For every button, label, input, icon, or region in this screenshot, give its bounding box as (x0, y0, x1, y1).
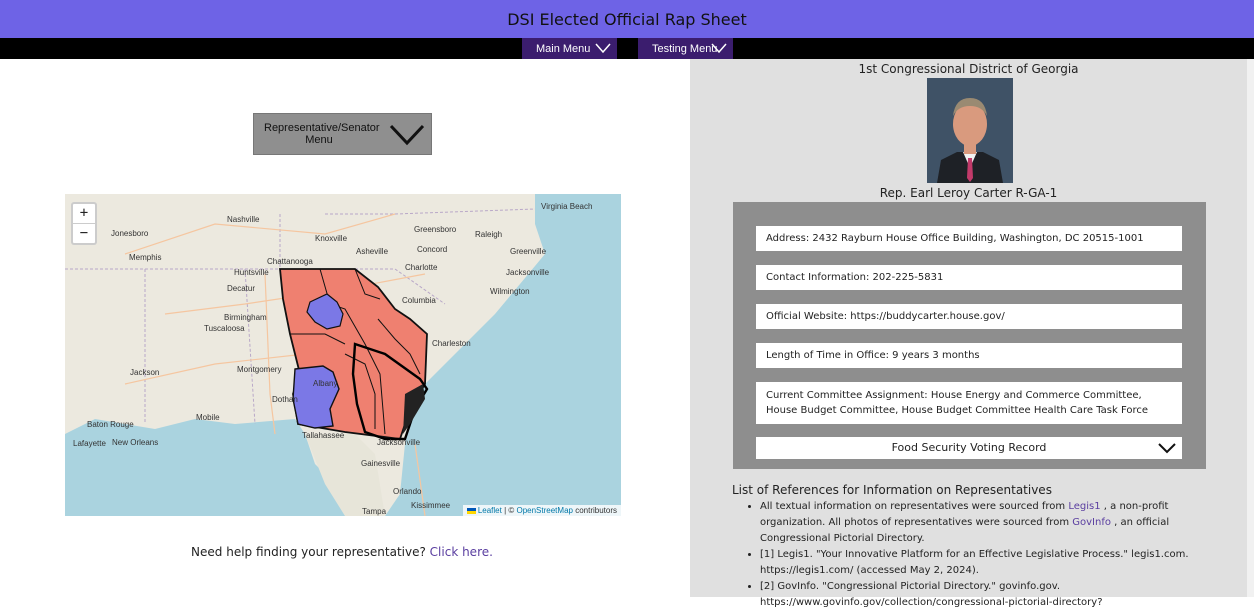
map-label: Montgomery (237, 365, 281, 374)
rep-senator-menu-button[interactable]: Representative/Senator Menu (253, 113, 432, 155)
testing-menu-button[interactable]: Testing Menu (638, 38, 733, 59)
map-label: Jacksonville (506, 268, 550, 277)
chevron-down-icon (389, 124, 425, 146)
flag-icon (466, 507, 476, 514)
map-label: Memphis (129, 253, 161, 262)
map-attribution: Leaflet | © OpenStreetMap contributors (462, 505, 621, 516)
map-label: Virginia Beach (541, 202, 592, 211)
map-label: Orlando (393, 487, 422, 496)
chevron-down-icon (711, 43, 727, 54)
map-label: Decatur (227, 284, 255, 293)
voting-record-label: Food Security Voting Record (891, 441, 1047, 454)
address-field: Address: 2432 Rayburn House Office Build… (756, 226, 1182, 251)
reference-text: All textual information on representativ… (760, 501, 1069, 512)
map-label: Baton Rouge (87, 420, 134, 429)
map-canvas[interactable]: Nashville Knoxville Greensboro Raleigh V… (65, 194, 621, 516)
length-in-office-field: Length of Time in Office: 9 years 3 mont… (756, 343, 1182, 368)
map-label: Kissimmee (411, 501, 451, 510)
references-list: All textual information on representativ… (732, 499, 1202, 611)
zoom-out-button[interactable]: − (73, 223, 95, 243)
attribution-contributors: contributors (572, 506, 617, 515)
contact-field: Contact Information: 202-225-5831 (756, 265, 1182, 290)
reference-item: [1] Legis1. "Your Innovative Platform fo… (760, 547, 1202, 579)
map-label: Gainesville (361, 459, 401, 468)
map-label: Mobile (196, 413, 220, 422)
map-label: Tallahassee (302, 431, 345, 440)
attribution-separator: | © (501, 506, 517, 515)
map-label: Jackson (130, 368, 159, 377)
chevron-down-icon (595, 43, 611, 54)
committee-field: Current Committee Assignment: House Ener… (756, 382, 1182, 424)
map-label: Jonesboro (111, 229, 149, 238)
main-menu-label: Main Menu (536, 42, 591, 55)
representative-name: Rep. Earl Leroy Carter R-GA-1 (879, 186, 1058, 200)
map-label: Dothan (272, 395, 298, 404)
map-label: New Orleans (112, 438, 158, 447)
voting-record-dropdown[interactable]: Food Security Voting Record (756, 437, 1182, 459)
map-label: Columbia (402, 296, 436, 305)
map-label: Chattanooga (267, 257, 313, 266)
map-label: Huntsville (234, 268, 269, 277)
district-title: 1st Congressional District of Georgia (858, 62, 1079, 76)
map-label: Knoxville (315, 234, 348, 243)
left-panel: Representative/Senator Menu Nashville Kn… (0, 59, 690, 597)
chevron-down-icon (1158, 443, 1176, 454)
map-label: Asheville (356, 247, 389, 256)
testing-menu-label: Testing Menu (652, 42, 718, 55)
zoom-in-button[interactable]: + (73, 204, 95, 223)
openstreetmap-link[interactable]: OpenStreetMap (516, 506, 572, 515)
representative-photo (927, 78, 1013, 183)
map-label: Greensboro (414, 225, 457, 234)
map-label: Tampa (362, 507, 387, 516)
help-text: Need help finding your representative? C… (0, 545, 684, 559)
map-label: Lafayette (73, 439, 106, 448)
map-label: Raleigh (475, 230, 502, 239)
app-header: DSI Elected Official Rap Sheet (0, 0, 1254, 38)
reference-item: [2] GovInfo. "Congressional Pictorial Di… (760, 579, 1202, 611)
help-prompt: Need help finding your representative? (191, 545, 426, 559)
map-label: Greenville (510, 247, 547, 256)
app-title: DSI Elected Official Rap Sheet (507, 9, 747, 29)
map-label: Concord (417, 245, 447, 254)
district-map[interactable]: Nashville Knoxville Greensboro Raleigh V… (65, 194, 621, 516)
map-label: Albany (313, 379, 337, 388)
map-label: Charleston (432, 339, 471, 348)
map-label: Nashville (227, 215, 260, 224)
help-link[interactable]: Click here. (430, 545, 493, 559)
scrollbar[interactable] (1247, 59, 1254, 597)
nav-bar: Main Menu Testing Menu (0, 38, 1254, 59)
representative-panel: 1st Congressional District of Georgia Re… (690, 59, 1247, 608)
map-label: Charlotte (405, 263, 438, 272)
portrait-icon (927, 78, 1013, 183)
zoom-control: + − (71, 202, 97, 245)
map-label: Wilmington (490, 287, 530, 296)
map-label: Jacksonville (377, 438, 421, 447)
representative-info-box: Address: 2432 Rayburn House Office Build… (733, 202, 1206, 469)
references-title: List of References for Information on Re… (732, 483, 1052, 497)
website-field: Official Website: https://buddycarter.ho… (756, 304, 1182, 329)
reference-item: All textual information on representativ… (760, 499, 1202, 547)
map-label: Birmingham (224, 313, 267, 322)
map-label: Tuscaloosa (204, 324, 245, 333)
legis1-link[interactable]: Legis1 (1068, 501, 1100, 512)
govinfo-link[interactable]: GovInfo (1072, 517, 1111, 528)
leaflet-link[interactable]: Leaflet (478, 506, 502, 515)
main-menu-button[interactable]: Main Menu (522, 38, 617, 59)
rep-senator-menu-label: Representative/Senator Menu (264, 122, 380, 146)
